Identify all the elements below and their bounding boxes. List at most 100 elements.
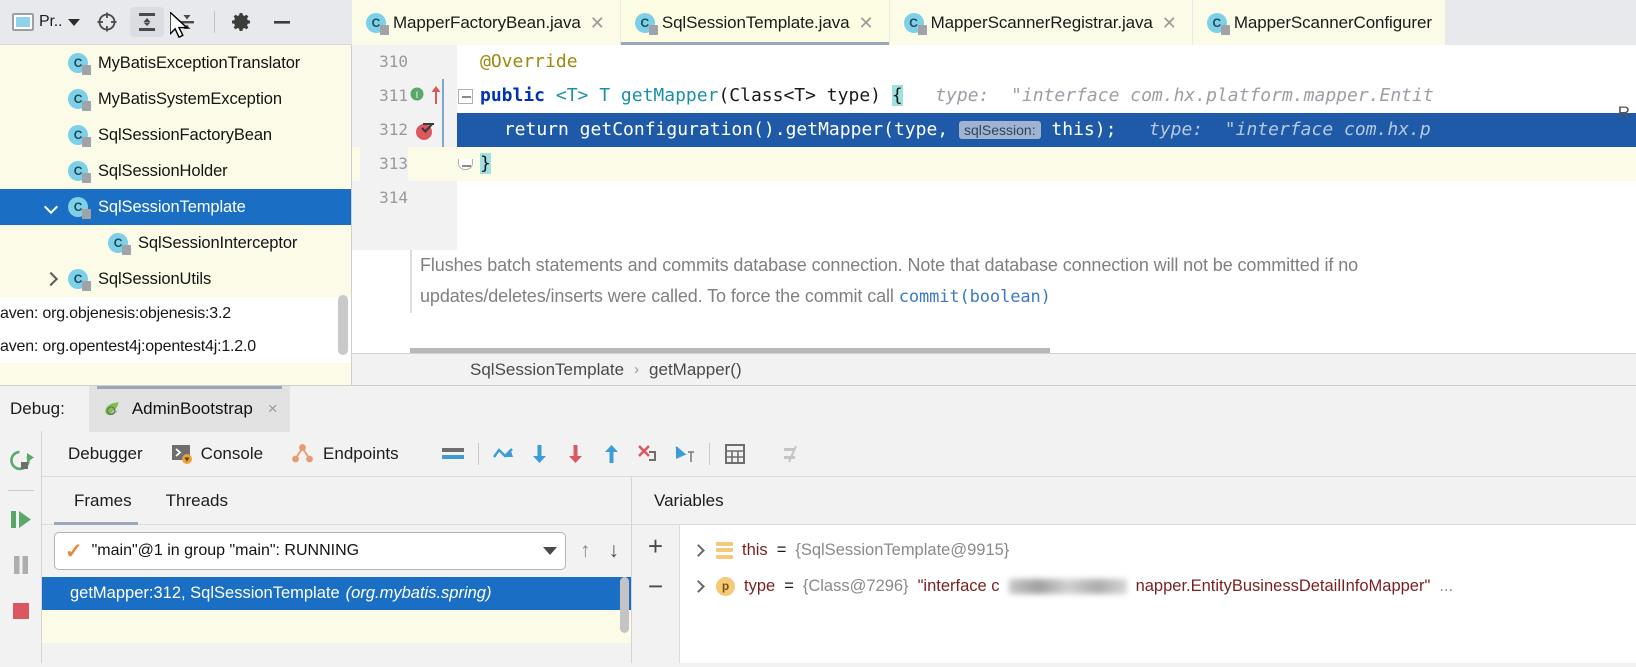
locate-button[interactable]: [90, 7, 124, 37]
tab-threads[interactable]: Threads: [156, 477, 238, 525]
frames-scrollbar[interactable]: [620, 577, 629, 633]
show-execution-point-icon: [492, 447, 513, 458]
add-watch-button[interactable]: +: [648, 533, 663, 559]
frame-row-getmapper[interactable]: getMapper:312, SqlSessionTemplate (org.m…: [42, 577, 631, 610]
hide-button[interactable]: [265, 7, 299, 37]
doc-commit-link[interactable]: commit(boolean): [899, 287, 1051, 307]
mute-breakpoints-button[interactable]: [775, 437, 811, 471]
variable-row-type[interactable]: p type = {Class@7296} "interface c napper…: [680, 568, 1636, 604]
code-method-name: getMapper: [620, 85, 719, 106]
fold-region-313[interactable]: [452, 147, 480, 181]
java-class-icon: C: [634, 12, 658, 35]
tab-endpoints[interactable]: Endpoints: [277, 431, 413, 477]
step-out-icon: [604, 444, 618, 463]
frame-row-next[interactable]: [42, 610, 631, 643]
stop-button[interactable]: [2, 590, 40, 632]
debug-tab-close-icon[interactable]: ×: [268, 399, 278, 419]
step-over-icon: [532, 444, 546, 463]
editor-tab-label: MapperFactoryBean.java: [393, 12, 581, 32]
step-over-button[interactable]: [522, 437, 558, 471]
tree-expand-toggle[interactable]: [34, 271, 68, 287]
variable-row-this[interactable]: this = {SqlSessionTemplate@9915}: [680, 532, 1636, 568]
editor-tab-0[interactable]: C MapperFactoryBean.java ✕: [352, 0, 621, 45]
fold-collapse-icon[interactable]: [458, 89, 473, 104]
step-into-button[interactable]: [558, 437, 594, 471]
project-toolbar: Pr..: [0, 0, 352, 45]
debug-label: Debug:: [10, 398, 65, 418]
tab-close-icon[interactable]: ✕: [588, 12, 607, 34]
breakpoint-verified-icon[interactable]: [414, 119, 438, 143]
variable-ref: {Class@7296}: [802, 576, 909, 595]
frame-up-button[interactable]: ↑: [576, 539, 595, 563]
editor-tab-label: MapperScannerConfigurer: [1233, 12, 1432, 32]
breadcrumb-class[interactable]: SqlSessionTemplate: [470, 360, 624, 380]
chevron-right-icon[interactable]: [692, 543, 705, 557]
tree-item-sqlsessionholder[interactable]: C SqlSessionHolder: [0, 153, 351, 189]
breadcrumb: SqlSessionTemplate › getMapper(): [352, 354, 1636, 385]
tree-item-label: SqlSessionFactoryBean: [98, 125, 272, 144]
remove-watch-button[interactable]: −: [648, 573, 663, 599]
chevron-down-icon: [68, 18, 81, 26]
frames-pane-tabs: Frames Threads: [42, 477, 631, 525]
code-statement: return getConfiguration().getMapper(type…: [503, 119, 959, 140]
tree-item-sqlsessionfactorybean[interactable]: C SqlSessionFactoryBean: [0, 117, 351, 153]
code-keyword: public: [480, 85, 556, 106]
pause-program-button[interactable]: [2, 544, 40, 586]
toolbar-divider: [708, 442, 710, 465]
parameter-name-hint: sqlSession:: [958, 121, 1041, 139]
editor-line-314: 314: [352, 181, 1636, 215]
fold-region-311[interactable]: [452, 79, 480, 113]
step-out-button[interactable]: [594, 437, 630, 471]
resume-program-button[interactable]: [2, 498, 40, 540]
svg-text:I: I: [416, 91, 419, 101]
code-editor[interactable]: 310 @Override 311 I public <T> T getMapp…: [352, 45, 1636, 385]
show-execution-point-button[interactable]: [486, 437, 522, 471]
sidebar-scrollbar[interactable]: [338, 295, 348, 355]
tab-threads-label: Threads: [165, 490, 228, 510]
tree-item-mybatissystemexception[interactable]: C MyBatisSystemException: [0, 81, 351, 117]
editor-tab-2[interactable]: C MapperScannerRegistrar.java ✕: [889, 0, 1193, 45]
java-class-icon: C: [68, 125, 91, 147]
tree-item-mybatisexceptiontranslator[interactable]: C MyBatisExceptionTranslator: [0, 45, 351, 81]
project-selector-button[interactable]: Pr..: [8, 11, 84, 33]
tree-item-label: SqlSessionTemplate: [98, 197, 246, 216]
chevron-right-icon[interactable]: [692, 579, 705, 593]
expand-all-button[interactable]: [130, 7, 165, 37]
code-line-313: }: [480, 147, 1636, 181]
mute-breakpoints-icon: [783, 445, 797, 462]
expand-all-icon: [139, 13, 156, 31]
rerun-button[interactable]: [2, 441, 40, 483]
run-to-cursor-button[interactable]: [666, 437, 702, 471]
tab-console[interactable]: Console: [157, 431, 277, 477]
settings-button[interactable]: [225, 7, 259, 37]
breadcrumb-method[interactable]: getMapper(): [649, 360, 742, 380]
tab-debugger[interactable]: Debugger: [54, 431, 157, 477]
tree-item-sqlsessiontemplate[interactable]: C SqlSessionTemplate: [0, 189, 351, 225]
tree-item-sqlsessionutils[interactable]: C SqlSessionUtils: [0, 261, 351, 297]
tab-close-icon[interactable]: ✕: [856, 12, 875, 34]
tree-item-sqlsessioninterceptor[interactable]: C SqlSessionInterceptor: [0, 225, 351, 261]
thread-select[interactable]: ✓ "main"@1 in group "main": RUNNING: [54, 532, 566, 570]
thread-running-check-icon: ✓: [65, 539, 83, 563]
code-line-311: public <T> T getMapper(Class<T> type) { …: [480, 79, 1636, 113]
variable-value-prefix: "interface c: [917, 576, 1000, 595]
tree-expand-toggle[interactable]: [34, 199, 68, 215]
debug-session-tab[interactable]: AdminBootstrap ×: [88, 385, 290, 432]
editor-line-312: 312 return getConfiguration().getMapper(…: [352, 79, 1636, 181]
tree-item-maven-opentest4j[interactable]: aven: org.opentest4j:opentest4j:1.2.0: [0, 330, 351, 363]
spring-boot-icon: [105, 401, 119, 415]
frame-down-button[interactable]: ↓: [605, 539, 624, 563]
force-step-into-icon: [637, 444, 656, 461]
layout-settings-button[interactable]: [435, 437, 471, 471]
implementing-method-icon[interactable]: I: [410, 85, 426, 103]
evaluate-expression-button[interactable]: [717, 437, 753, 471]
tab-frames[interactable]: Frames: [54, 477, 142, 525]
tree-item-maven-objenesis[interactable]: aven: org.objenesis:objenesis:3.2: [0, 297, 351, 330]
force-step-into-button[interactable]: [630, 437, 666, 471]
tab-close-icon[interactable]: ✕: [1160, 12, 1179, 34]
editor-tab-1[interactable]: C SqlSessionTemplate.java ✕: [620, 0, 890, 45]
collapse-all-button[interactable]: [170, 7, 204, 37]
editor-tab-3[interactable]: C MapperScannerConfigurer: [1192, 0, 1446, 45]
doc-line-1: Flushes batch statements and commits dat…: [420, 255, 1058, 275]
fold-end-icon[interactable]: [458, 159, 473, 170]
